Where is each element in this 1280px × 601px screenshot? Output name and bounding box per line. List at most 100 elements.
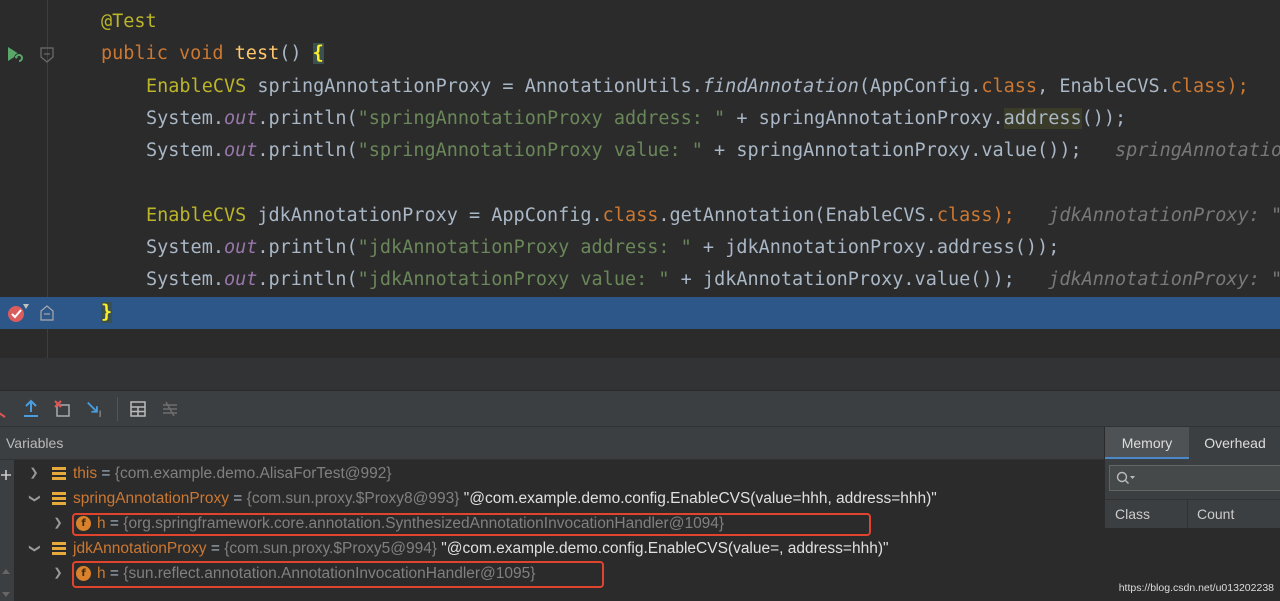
highlighted-usage: address [1003, 108, 1082, 129]
fold-icon[interactable] [40, 305, 54, 321]
search-icon [1116, 471, 1135, 484]
equals-sign: = [228, 490, 247, 507]
variable-type: {com.sun.proxy.$Proxy8@993} [246, 490, 460, 507]
variables-header: Variables [0, 427, 1104, 460]
highlight-box [72, 513, 871, 536]
code-text: (AppConfig. [858, 76, 982, 97]
code-text: + springAnnotationProxy. [725, 108, 1004, 129]
code-text: .println( [257, 237, 358, 258]
step-out-icon[interactable] [21, 399, 41, 419]
drop-frame-icon[interactable] [53, 399, 73, 419]
keyword-token: class [1170, 76, 1227, 97]
move-up-icon[interactable] [1, 567, 11, 575]
code-line[interactable]: System.out.println("jdkAnnotationProxy a… [0, 232, 1280, 264]
code-text: System. [146, 269, 224, 290]
code-text: jdkAnnotationProxy = AppConfig. [246, 205, 603, 226]
type-token: EnableCVS [146, 205, 247, 226]
svg-text:I: I [99, 410, 102, 419]
brace-token: { [312, 43, 324, 64]
code-text: , EnableCVS. [1037, 76, 1171, 97]
collapse-arrow-icon[interactable]: ❯ [22, 493, 47, 505]
variable-type: {com.example.demo.AlisaForTest@992} [114, 465, 392, 482]
field-token: out [223, 237, 258, 258]
string-token: "jdkAnnotationProxy value: " [357, 269, 670, 290]
code-text: + jdkAnnotationProxy.value()); [669, 269, 1015, 290]
keyword-token: class [981, 76, 1038, 97]
variables-panel: Variables ❯ this = {com.example.demo.Ali… [0, 427, 1104, 601]
field-token: out [223, 108, 258, 129]
code-text: ()); [1081, 108, 1127, 129]
variable-type: {com.sun.proxy.$Proxy5@994} [224, 540, 437, 557]
code-text: + jdkAnnotationProxy.address()); [691, 237, 1060, 258]
variable-name: springAnnotationProxy [73, 490, 229, 507]
panel-divider [0, 358, 1280, 391]
object-icon [52, 467, 66, 480]
string-token: "jdkAnnotationProxy address: " [357, 237, 692, 258]
code-line[interactable]: System.out.println("springAnnotationProx… [0, 103, 1280, 135]
object-icon [52, 542, 66, 555]
code-text: System. [146, 140, 224, 161]
type-token: EnableCVS [146, 76, 247, 97]
code-editor[interactable]: @Test public void test() { EnableCVS spr… [0, 0, 1280, 358]
static-method-token: findAnnotation [702, 76, 859, 97]
brace-token: } [101, 302, 113, 323]
tab-overhead[interactable]: Overhead [1189, 427, 1280, 459]
evaluate-expression-icon[interactable] [128, 399, 148, 419]
variable-string-value: "@com.example.demo.config.EnableCVS(valu… [437, 540, 889, 557]
expand-arrow-icon[interactable]: ❯ [52, 561, 64, 586]
keyword-token: class [602, 205, 659, 226]
run-test-icon[interactable] [4, 44, 26, 64]
variables-side-toolbar [0, 460, 14, 601]
highlight-box [72, 561, 604, 588]
toolbar-separator [117, 397, 118, 421]
code-line[interactable]: @Test [0, 6, 1280, 38]
variable-name: this [73, 465, 98, 482]
code-line[interactable]: EnableCVS springAnnotationProxy = Annota… [0, 71, 1280, 103]
run-to-cursor-icon[interactable]: I [86, 399, 106, 419]
memory-search-input[interactable] [1109, 465, 1280, 491]
code-line[interactable]: System.out.println("jdkAnnotationProxy v… [0, 264, 1280, 296]
add-watch-icon[interactable] [0, 469, 12, 481]
field-token: out [223, 140, 258, 161]
object-icon [52, 492, 66, 505]
code-text: .getAnnotation(EnableCVS. [658, 205, 937, 226]
expand-arrow-icon[interactable]: ❯ [28, 461, 40, 486]
equals-sign: = [97, 465, 115, 482]
string-token: "springAnnotationProxy value: " [357, 140, 703, 161]
code-text: System. [146, 237, 224, 258]
fold-icon[interactable] [40, 47, 54, 63]
code-line[interactable]: System.out.println("springAnnotationProx… [0, 135, 1280, 167]
field-token: out [223, 269, 258, 290]
move-down-icon[interactable] [1, 591, 11, 599]
step-into-icon[interactable] [0, 399, 14, 419]
tab-memory[interactable]: Memory [1105, 427, 1189, 459]
variable-name: jdkAnnotationProxy [73, 540, 207, 557]
trace-stream-icon[interactable] [160, 399, 180, 419]
code-text: ); [1226, 76, 1249, 97]
code-text: ); [992, 205, 1015, 226]
code-line[interactable]: EnableCVS jdkAnnotationProxy = AppConfig… [0, 200, 1280, 232]
inline-value-hint: jdkAnnotationProxy: " [1014, 269, 1280, 290]
collapse-arrow-icon[interactable]: ❯ [22, 543, 47, 555]
expand-arrow-icon[interactable]: ❯ [52, 511, 64, 536]
column-count[interactable]: Count [1197, 500, 1234, 528]
memory-panel: Memory Overhead Class Count [1104, 427, 1280, 601]
string-token: "springAnnotationProxy address: " [357, 108, 726, 129]
memory-table-header: Class Count [1105, 499, 1280, 529]
watermark: https://blog.csdn.net/u013202238 [1118, 582, 1274, 594]
column-separator [1187, 500, 1188, 528]
params-token: () [279, 43, 313, 64]
breakpoint-icon[interactable] [6, 302, 30, 324]
code-line[interactable]: public void test() { [0, 38, 1280, 70]
code-text: + springAnnotationProxy.value()); [702, 140, 1082, 161]
column-class[interactable]: Class [1115, 500, 1150, 528]
equals-sign: = [206, 540, 225, 557]
keyword-token: void [178, 43, 224, 64]
debugger-toolbar: I [0, 391, 1280, 427]
current-execution-line[interactable]: } [0, 297, 1280, 329]
inline-value-hint: jdkAnnotationProxy: " [1014, 205, 1280, 226]
code-text: .println( [257, 269, 358, 290]
code-text: springAnnotationProxy = AnnotationUtils. [246, 76, 703, 97]
code-text: .println( [257, 108, 358, 129]
annotation-token: @Test [101, 11, 157, 32]
